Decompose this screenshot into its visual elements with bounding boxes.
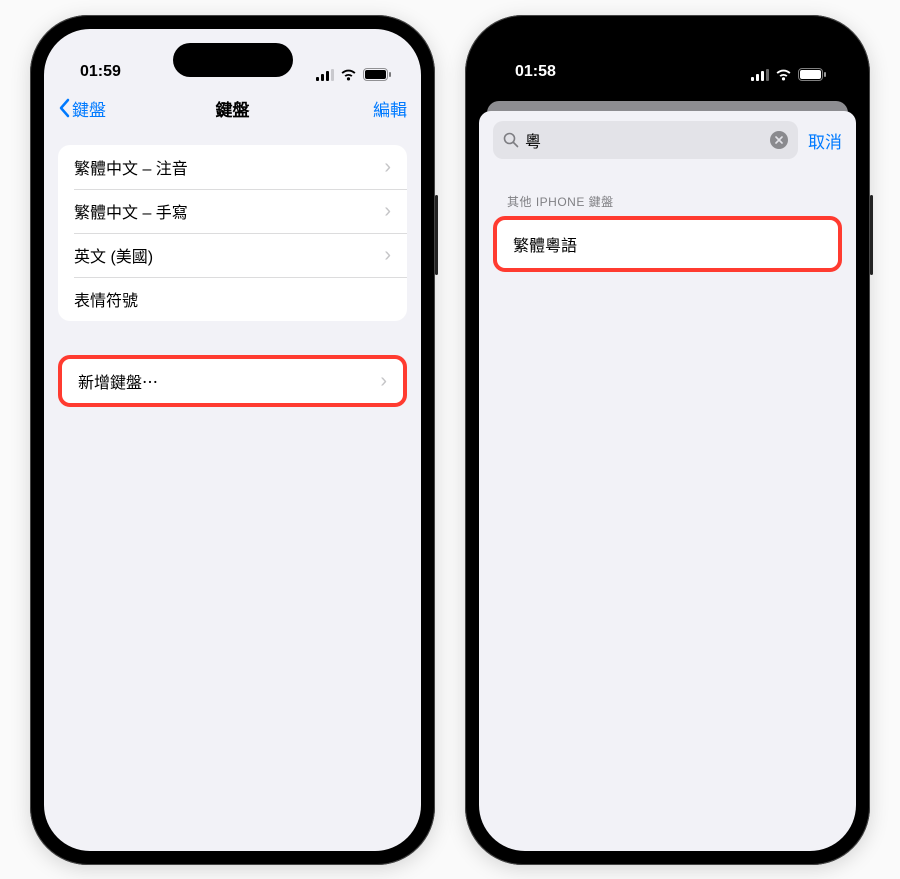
add-keyboard-button[interactable]: 新增鍵盤⋯ ›	[62, 359, 403, 403]
close-icon	[775, 136, 783, 144]
status-indicators	[751, 68, 826, 81]
dynamic-island	[173, 43, 293, 77]
keyboard-row-handwriting[interactable]: 繁體中文 – 手寫 ›	[58, 189, 407, 233]
screen-right: 01:58 粵 取消 其他 IPHONE 鍵盤	[479, 29, 856, 851]
chevron-right-icon: ›	[384, 156, 391, 179]
cellular-icon	[751, 69, 769, 81]
cellular-icon	[316, 69, 334, 81]
chevron-right-icon: ›	[384, 200, 391, 223]
search-icon	[503, 132, 519, 148]
wifi-icon	[340, 69, 357, 81]
phone-frame-right: 01:58 粵 取消 其他 IPHONE 鍵盤	[465, 15, 870, 865]
back-button[interactable]: 鍵盤	[58, 96, 106, 121]
row-label: 繁體粵語	[513, 232, 577, 256]
section-header-other-keyboards: 其他 IPHONE 鍵盤	[479, 165, 856, 216]
wifi-icon	[775, 69, 792, 81]
status-time: 01:58	[515, 63, 556, 81]
row-label: 繁體中文 – 手寫	[74, 199, 188, 223]
clear-search-button[interactable]	[770, 131, 788, 149]
keyboard-row-emoji[interactable]: 表情符號	[58, 277, 407, 321]
row-label: 新增鍵盤⋯	[78, 369, 158, 393]
result-row-cantonese[interactable]: 繁體粵語	[497, 220, 838, 268]
edit-button[interactable]: 編輯	[373, 96, 407, 121]
battery-icon	[363, 68, 391, 81]
row-label: 繁體中文 – 注音	[74, 155, 188, 179]
keyboard-picker-sheet: 粵 取消 其他 IPHONE 鍵盤 繁體粵語	[479, 111, 856, 851]
row-label: 英文 (美國)	[74, 243, 153, 267]
search-value: 粵	[525, 128, 764, 152]
chevron-right-icon: ›	[380, 370, 387, 393]
search-results: 繁體粵語	[493, 216, 842, 272]
phone-frame-left: 01:59 鍵盤 鍵盤 編輯 繁體中文 – 注音 › 繁體中	[30, 15, 435, 865]
keyboard-row-zhuyin[interactable]: 繁體中文 – 注音 ›	[58, 145, 407, 189]
battery-icon	[798, 68, 826, 81]
status-time: 01:59	[80, 63, 121, 81]
dynamic-island	[608, 43, 728, 77]
nav-bar: 鍵盤 鍵盤 編輯	[44, 85, 421, 131]
add-keyboard-group: 新增鍵盤⋯ ›	[58, 355, 407, 407]
search-row: 粵 取消	[479, 111, 856, 165]
chevron-right-icon: ›	[384, 244, 391, 267]
chevron-left-icon	[58, 98, 70, 118]
screen-left: 01:59 鍵盤 鍵盤 編輯 繁體中文 – 注音 › 繁體中	[44, 29, 421, 851]
search-input[interactable]: 粵	[493, 121, 798, 159]
keyboard-list: 繁體中文 – 注音 › 繁體中文 – 手寫 › 英文 (美國) › 表情符號	[58, 145, 407, 321]
content-area: 繁體中文 – 注音 › 繁體中文 – 手寫 › 英文 (美國) › 表情符號 新…	[44, 131, 421, 407]
cancel-button[interactable]: 取消	[808, 128, 842, 153]
page-title: 鍵盤	[216, 96, 250, 121]
keyboard-row-english-us[interactable]: 英文 (美國) ›	[58, 233, 407, 277]
status-indicators	[316, 68, 391, 81]
back-label: 鍵盤	[72, 96, 106, 121]
row-label: 表情符號	[74, 287, 138, 311]
